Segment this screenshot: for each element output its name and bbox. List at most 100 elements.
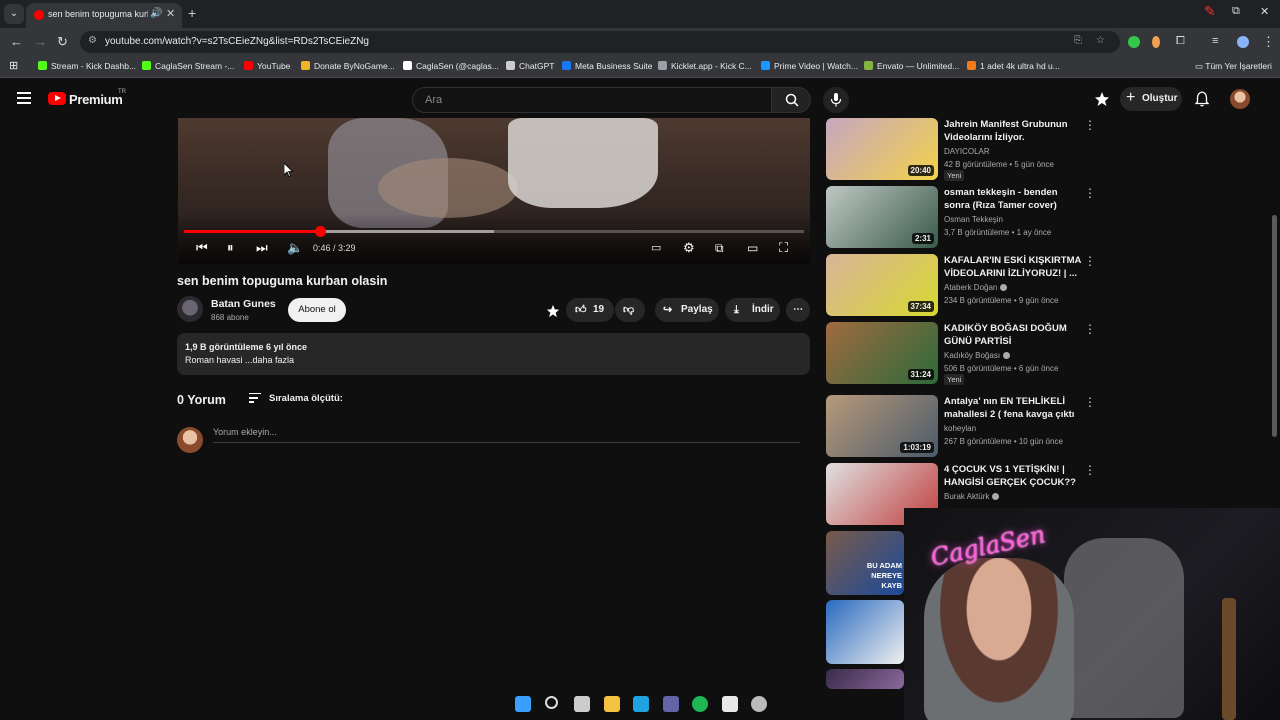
site-info-icon[interactable]: ⚙ (88, 35, 97, 46)
premium-logo-text[interactable]: Premium (69, 92, 123, 107)
tab-audio-icon[interactable]: 🔊 (150, 8, 162, 19)
browser-tab-active[interactable]: sen benim topuguma kurba 🔊 ✕ (26, 3, 182, 28)
related-video-item[interactable]: 2:31 osman tekkeşin - benden sonra (Rıza… (826, 186, 1096, 248)
tab-close-icon[interactable]: ✕ (166, 7, 175, 20)
dislike-button[interactable]: 👎︎ (615, 298, 645, 322)
more-vertical-icon[interactable]: ⋮ (1084, 322, 1096, 336)
bookmark-item[interactable]: Stream - Kick Dashb... (38, 61, 136, 71)
sort-icon[interactable] (249, 393, 261, 403)
bookmark-item[interactable]: Envato — Unlimited... (864, 61, 959, 71)
settings-gear-icon[interactable]: ⚙ (683, 240, 695, 256)
related-channel-name[interactable]: Burak Aktürk (944, 492, 1000, 501)
related-channel-name[interactable]: Osman Tekkeşin (944, 215, 1003, 224)
video-player[interactable]: ⏮ ⏸ ⏭ 🔈 0:46 / 3:29 ▭ ⚙ ⧉ ▭ ⛶ (178, 118, 810, 264)
back-icon[interactable]: ← (10, 34, 23, 49)
teams-icon[interactable] (662, 696, 679, 712)
video-thumbnail[interactable]: 20:40 (826, 118, 938, 180)
task-view-icon[interactable] (574, 696, 590, 712)
bookmark-item[interactable]: CaglaSen Stream -... (142, 61, 234, 71)
related-video-title[interactable]: KAFALAR'IN ESKİ KIŞKIRTMA VİDEOLARINI İZ… (944, 254, 1084, 280)
all-bookmarks-folder[interactable]: ▭ Tüm Yer İşaretleri (1195, 61, 1272, 72)
related-video-item[interactable]: 1:03:19 Antalya' nın EN TEHLİKELİ mahall… (826, 395, 1096, 457)
edge-icon[interactable] (633, 696, 649, 712)
search-input[interactable]: Ara (412, 87, 772, 113)
volume-icon[interactable]: 🔈 (287, 240, 303, 256)
bookmark-item[interactable]: Kicklet.app - Kick C... (658, 61, 752, 71)
comment-input[interactable]: Yorum ekleyin... (213, 427, 800, 443)
video-thumbnail[interactable]: 2:31 (826, 186, 938, 248)
fullscreen-icon[interactable]: ⛶ (779, 240, 788, 256)
spotify-icon[interactable] (692, 696, 708, 712)
related-video-title[interactable]: KADIKÖY BOĞASI DOĞUM GÜNÜ PARTİSİ (944, 322, 1084, 348)
chrome-icon[interactable] (721, 696, 738, 712)
extensions-puzzle-icon[interactable]: ⧠ (1176, 35, 1185, 48)
video-thumbnail[interactable] (826, 600, 904, 664)
channel-name[interactable]: Batan Gunes (211, 298, 276, 310)
bookmark-item[interactable]: YouTube (244, 61, 290, 71)
pause-icon[interactable]: ⏸ (227, 240, 234, 256)
search-button[interactable] (771, 87, 811, 113)
obs-icon[interactable] (751, 696, 767, 712)
related-channel-name[interactable]: DAYICOLAR (944, 147, 990, 156)
video-thumbnail[interactable] (826, 669, 904, 689)
related-channel-name[interactable]: Ataberk Doğan (944, 283, 1008, 292)
bookmark-item[interactable]: Prime Video | Watch... (761, 61, 858, 71)
bookmark-item[interactable]: 1 adet 4k ultra hd u... (967, 61, 1060, 71)
bookmark-star-icon[interactable]: ☆ (1096, 35, 1105, 46)
creator-studio-icon[interactable] (1094, 91, 1110, 107)
bookmark-item[interactable]: Donate ByNoGame... (301, 61, 395, 71)
related-video-item[interactable]: 31:24 KADIKÖY BOĞASI DOĞUM GÜNÜ PARTİSİ … (826, 322, 1096, 385)
apps-grid-icon[interactable]: ⊞ (9, 59, 18, 72)
related-video-title[interactable]: 4 ÇOCUK VS 1 YETİŞKİN! | HANGİSİ GERÇEK … (944, 463, 1084, 489)
account-avatar[interactable] (1230, 89, 1250, 109)
channel-avatar[interactable] (177, 296, 203, 322)
more-vertical-icon[interactable]: ⋮ (1084, 186, 1096, 200)
theater-mode-icon[interactable]: ▭ (747, 240, 758, 256)
bookmark-item[interactable]: Meta Business Suite (562, 61, 652, 71)
more-actions-button[interactable]: ⋯ (786, 298, 810, 322)
more-vertical-icon[interactable]: ⋮ (1084, 254, 1096, 268)
bookmark-item[interactable]: ChatGPT (506, 61, 554, 71)
new-tab-icon[interactable]: + (188, 5, 196, 21)
profile-pen-icon[interactable]: ✎ (1204, 3, 1216, 20)
bookmark-item[interactable]: CaglaSen (@caglas... (403, 61, 499, 71)
download-button[interactable]: ⤓ İndir (725, 298, 780, 322)
more-vertical-icon[interactable]: ⋮ (1084, 463, 1096, 477)
miniplayer-icon[interactable]: ⧉ (715, 240, 724, 256)
next-icon[interactable]: ⏭ (256, 240, 268, 256)
search-icon[interactable] (544, 696, 558, 709)
voice-search-button[interactable] (823, 87, 849, 113)
related-channel-name[interactable]: koheylan (944, 424, 976, 433)
like-button[interactable]: 👍︎ 19 (566, 298, 614, 322)
related-video-title[interactable]: Jahrein Manifest Grubunun Videolarını İz… (944, 118, 1084, 144)
youtube-logo-icon[interactable] (48, 92, 66, 105)
extension-orange-icon[interactable] (1152, 36, 1160, 48)
media-control-icon[interactable]: ≡ (1212, 35, 1218, 47)
subtitles-icon[interactable]: ▭ (651, 240, 661, 256)
video-thumbnail[interactable]: 37:34 (826, 254, 938, 316)
restore-window-icon[interactable]: ⧉ (1232, 5, 1240, 18)
premium-badge-icon[interactable] (546, 304, 560, 318)
description-box[interactable]: 1,9 B görüntüleme 6 yıl önce Roman havas… (177, 333, 810, 375)
seek-bar[interactable] (184, 226, 804, 237)
related-video-item[interactable]: 20:40 Jahrein Manifest Grubunun Videolar… (826, 118, 1096, 181)
extension-green-icon[interactable] (1128, 36, 1140, 48)
more-vertical-icon[interactable]: ⋮ (1084, 395, 1096, 409)
page-scrollbar[interactable] (1272, 215, 1277, 437)
tab-search-icon[interactable]: ⌄ (4, 4, 24, 24)
related-video-title[interactable]: Antalya' nın EN TEHLİKELİ mahallesi 2 ( … (944, 395, 1084, 421)
windows-icon[interactable] (515, 696, 531, 712)
reload-icon[interactable]: ↻ (57, 34, 68, 50)
menu-hamburger-icon[interactable] (17, 92, 31, 104)
related-video-title[interactable]: osman tekkeşin - benden sonra (Rıza Tame… (944, 186, 1084, 212)
video-thumbnail[interactable]: 31:24 (826, 322, 938, 384)
notifications-bell-icon[interactable] (1195, 91, 1209, 107)
share-button[interactable]: ↪ Paylaş (655, 298, 719, 322)
forward-icon[interactable]: → (34, 34, 47, 49)
close-window-icon[interactable]: ✕ (1260, 5, 1269, 18)
related-video-item[interactable]: 37:34 KAFALAR'IN ESKİ KIŞKIRTMA VİDEOLAR… (826, 254, 1096, 316)
previous-icon[interactable]: ⏮ (196, 240, 208, 256)
more-vertical-icon[interactable]: ⋮ (1084, 118, 1096, 132)
create-button[interactable]: + Oluştur (1120, 87, 1182, 111)
related-channel-name[interactable]: Kadıköy Boğası (944, 351, 1011, 360)
